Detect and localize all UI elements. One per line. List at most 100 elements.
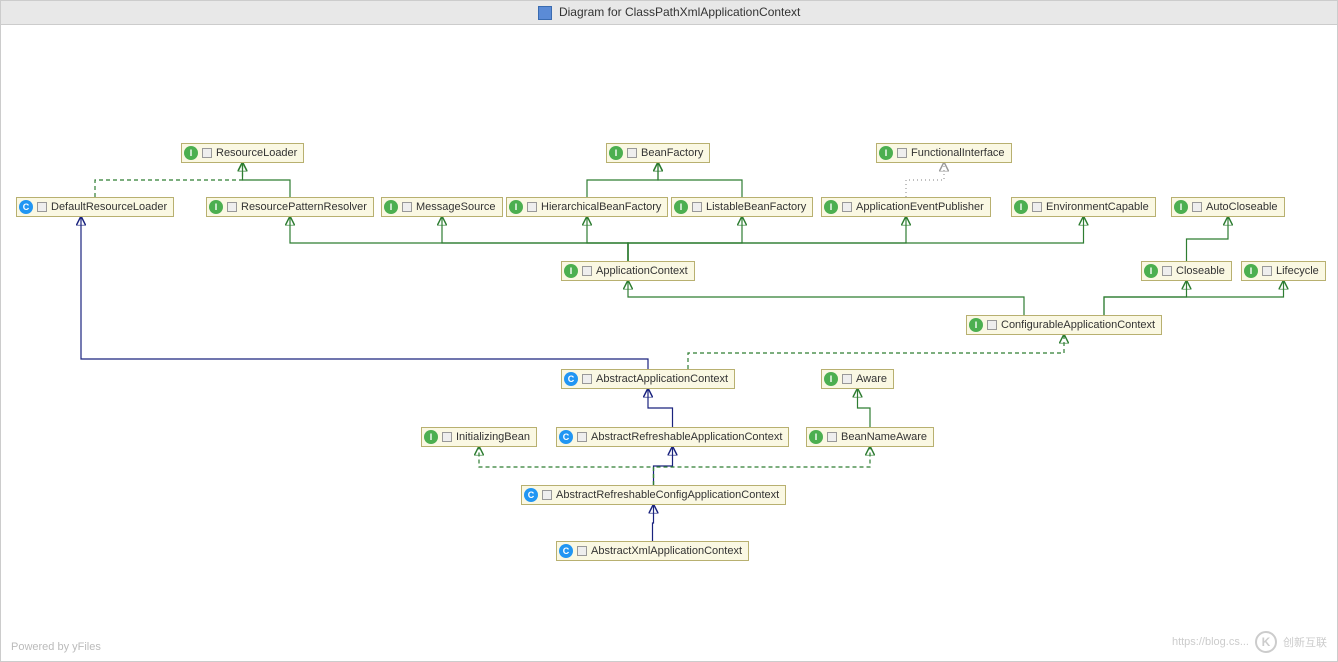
node-BeanNameAware[interactable]: IBeanNameAware — [806, 427, 934, 447]
diagram-icon — [538, 6, 552, 20]
type-mini-icon — [577, 546, 587, 556]
interface-badge-icon: I — [969, 318, 983, 332]
node-label: AbstractXmlApplicationContext — [591, 545, 742, 557]
node-label: AbstractApplicationContext — [596, 373, 728, 385]
type-mini-icon — [577, 432, 587, 442]
edge-ApplicationContext-to-HierarchicalBeanFactory — [587, 217, 628, 261]
type-mini-icon — [37, 202, 47, 212]
interface-badge-icon: I — [1014, 200, 1028, 214]
interface-badge-icon: I — [809, 430, 823, 444]
node-label: FunctionalInterface — [911, 147, 1005, 159]
node-label: ResourcePatternResolver — [241, 201, 367, 213]
type-mini-icon — [827, 432, 837, 442]
class-badge-icon: C — [19, 200, 33, 214]
type-mini-icon — [582, 374, 592, 384]
edge-ApplicationContext-to-ApplicationEventPublisher — [628, 217, 906, 261]
node-ListableBeanFactory[interactable]: I ListableBeanFactory — [671, 197, 813, 217]
class-badge-icon: C — [559, 430, 573, 444]
edge-ApplicationContext-to-MessageSource — [442, 217, 628, 261]
node-AbstractApplicationContext[interactable]: C AbstractApplicationContext — [561, 369, 735, 389]
node-label: ApplicationEventPublisher — [856, 201, 984, 213]
page-title: Diagram for ClassPathXmlApplicationConte… — [559, 5, 800, 19]
interface-badge-icon: I — [184, 146, 198, 160]
interface-badge-icon: I — [879, 146, 893, 160]
diagram-canvas[interactable]: I ResourceLoader I BeanFactory I FunctionalIn… — [1, 25, 1337, 661]
interface-badge-icon: I — [424, 430, 438, 444]
type-mini-icon — [692, 202, 702, 212]
type-mini-icon — [842, 374, 852, 384]
node-Aware[interactable]: I Aware — [821, 369, 894, 389]
class-badge-icon: C — [564, 372, 578, 386]
type-mini-icon — [1192, 202, 1202, 212]
node-label: Aware — [856, 373, 887, 385]
interface-badge-icon: I — [509, 200, 523, 214]
edge-ApplicationContext-to-EnvironmentCapable — [628, 217, 1084, 261]
node-label: Closeable — [1176, 265, 1225, 277]
node-ResourceLoader[interactable]: I ResourceLoader — [181, 143, 304, 163]
node-BeanFactory[interactable]: I BeanFactory — [606, 143, 710, 163]
edge-ListableBeanFactory-to-BeanFactory — [658, 163, 742, 197]
type-mini-icon — [227, 202, 237, 212]
edge-AbstractRefreshableConfigApplicationContext-to-BeanNameAware — [654, 447, 871, 485]
class-badge-icon: C — [524, 488, 538, 502]
node-Closeable[interactable]: I Closeable — [1141, 261, 1232, 281]
type-mini-icon — [202, 148, 212, 158]
type-mini-icon — [987, 320, 997, 330]
node-label: AbstractRefreshableApplicationContext — [591, 431, 782, 443]
node-DefaultResourceLoader[interactable]: CDefaultResourceLoader — [16, 197, 174, 217]
node-HierarchicalBeanFactory[interactable]: I HierarchicalBeanFactory — [506, 197, 668, 217]
edges-layer — [1, 25, 1337, 661]
edge-AbstractApplicationContext-to-DefaultResourceLoader — [81, 217, 648, 369]
edge-AbstractXmlApplicationContext-to-AbstractRefreshableConfigApplicationContext — [653, 505, 654, 541]
node-AbstractRefreshableApplicationContext[interactable]: C AbstractRefreshableApplicationContext — [556, 427, 789, 447]
type-mini-icon — [842, 202, 852, 212]
node-label: ListableBeanFactory — [706, 201, 806, 213]
edge-ApplicationEventPublisher-to-FunctionalInterface — [906, 163, 944, 197]
interface-badge-icon: I — [824, 372, 838, 386]
edge-AbstractRefreshableApplicationContext-to-AbstractApplicationContext — [648, 389, 673, 427]
node-label: BeanFactory — [641, 147, 703, 159]
class-badge-icon: C — [559, 544, 573, 558]
type-mini-icon — [1262, 266, 1272, 276]
node-AbstractRefreshableConfigApplicationContext[interactable]: CAbstractRefreshableConfigApplicationCon… — [521, 485, 786, 505]
type-mini-icon — [542, 490, 552, 500]
node-ApplicationContext[interactable]: I ApplicationContext — [561, 261, 695, 281]
node-FunctionalInterface[interactable]: I FunctionalInterface — [876, 143, 1012, 163]
node-label: AutoCloseable — [1206, 201, 1278, 213]
edge-ApplicationContext-to-ListableBeanFactory — [628, 217, 742, 261]
edge-AbstractRefreshableConfigApplicationContext-to-AbstractRefreshableApplicationContext — [654, 447, 673, 485]
edge-DefaultResourceLoader-to-ResourceLoader — [95, 163, 243, 197]
node-EnvironmentCapable[interactable]: I EnvironmentCapable — [1011, 197, 1156, 217]
node-MessageSource[interactable]: IMessageSource — [381, 197, 503, 217]
node-InitializingBean[interactable]: IInitializingBean — [421, 427, 537, 447]
title-bar: Diagram for ClassPathXmlApplicationConte… — [1, 1, 1337, 25]
node-AbstractXmlApplicationContext[interactable]: C AbstractXmlApplicationContext — [556, 541, 749, 561]
node-label: ApplicationContext — [596, 265, 688, 277]
interface-badge-icon: I — [564, 264, 578, 278]
node-ResourcePatternResolver[interactable]: IResourcePatternResolver — [206, 197, 374, 217]
type-mini-icon — [897, 148, 907, 158]
type-mini-icon — [582, 266, 592, 276]
type-mini-icon — [442, 432, 452, 442]
edge-AbstractRefreshableConfigApplicationContext-to-InitializingBean — [479, 447, 654, 485]
node-label: EnvironmentCapable — [1046, 201, 1149, 213]
node-ConfigurableApplicationContext[interactable]: I ConfigurableApplicationContext — [966, 315, 1162, 335]
node-label: ResourceLoader — [216, 147, 297, 159]
edge-ConfigurableApplicationContext-to-Lifecycle — [1104, 281, 1284, 315]
edge-ApplicationContext-to-ResourcePatternResolver — [290, 217, 628, 261]
edge-Closeable-to-AutoCloseable — [1187, 217, 1229, 261]
interface-badge-icon: I — [1144, 264, 1158, 278]
interface-badge-icon: I — [609, 146, 623, 160]
node-ApplicationEventPublisher[interactable]: IApplicationEventPublisher — [821, 197, 991, 217]
edge-ConfigurableApplicationContext-to-ApplicationContext — [628, 281, 1024, 315]
type-mini-icon — [1162, 266, 1172, 276]
node-Lifecycle[interactable]: ILifecycle — [1241, 261, 1326, 281]
edge-HierarchicalBeanFactory-to-BeanFactory — [587, 163, 658, 197]
interface-badge-icon: I — [1244, 264, 1258, 278]
node-AutoCloseable[interactable]: IAutoCloseable — [1171, 197, 1285, 217]
type-mini-icon — [1032, 202, 1042, 212]
edge-BeanNameAware-to-Aware — [858, 389, 871, 427]
node-label: HierarchicalBeanFactory — [541, 201, 661, 213]
node-label: ConfigurableApplicationContext — [1001, 319, 1155, 331]
interface-badge-icon: I — [674, 200, 688, 214]
